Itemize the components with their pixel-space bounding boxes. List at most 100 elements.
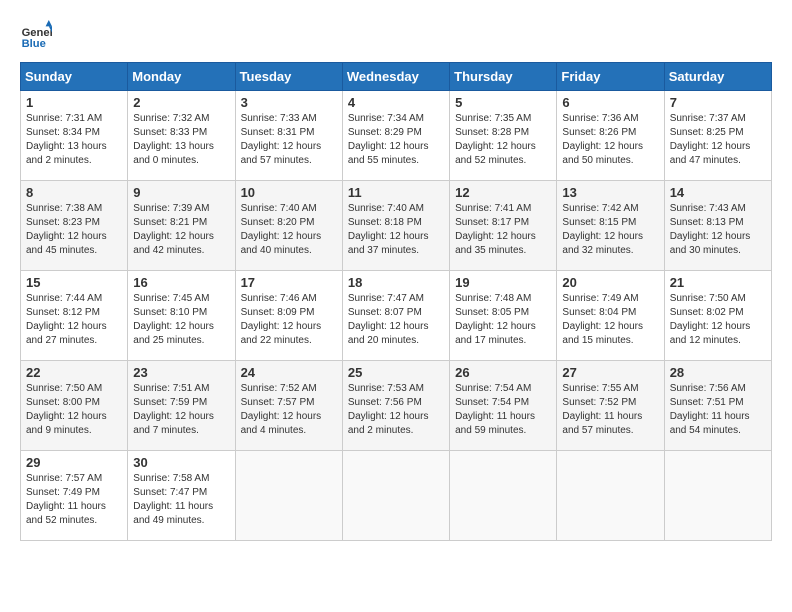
cell-info: Sunrise: 7:45 AM Sunset: 8:10 PM Dayligh… xyxy=(133,292,229,348)
calendar-cell: 23 Sunrise: 7:51 AM Sunset: 7:59 PM Dayl… xyxy=(128,361,235,451)
cell-info: Sunrise: 7:36 AM Sunset: 8:26 PM Dayligh… xyxy=(562,112,658,168)
day-number: 7 xyxy=(670,95,766,110)
calendar-cell: 26 Sunrise: 7:54 AM Sunset: 7:54 PM Dayl… xyxy=(450,361,557,451)
daylight-label: Daylight: 12 hours and 27 minutes. xyxy=(26,321,107,346)
calendar-cell: 12 Sunrise: 7:41 AM Sunset: 8:17 PM Dayl… xyxy=(450,181,557,271)
cell-info: Sunrise: 7:43 AM Sunset: 8:13 PM Dayligh… xyxy=(670,202,766,258)
weekday-header-wednesday: Wednesday xyxy=(342,63,449,91)
calendar-cell: 27 Sunrise: 7:55 AM Sunset: 7:52 PM Dayl… xyxy=(557,361,664,451)
calendar-cell xyxy=(342,451,449,541)
sunrise-label: Sunrise: 7:50 AM xyxy=(26,383,102,394)
sunset-label: Sunset: 8:26 PM xyxy=(562,127,636,138)
daylight-label: Daylight: 12 hours and 25 minutes. xyxy=(133,321,214,346)
calendar-cell: 19 Sunrise: 7:48 AM Sunset: 8:05 PM Dayl… xyxy=(450,271,557,361)
sunset-label: Sunset: 8:33 PM xyxy=(133,127,207,138)
cell-info: Sunrise: 7:40 AM Sunset: 8:20 PM Dayligh… xyxy=(241,202,337,258)
day-number: 17 xyxy=(241,275,337,290)
sunset-label: Sunset: 8:25 PM xyxy=(670,127,744,138)
cell-info: Sunrise: 7:56 AM Sunset: 7:51 PM Dayligh… xyxy=(670,382,766,438)
sunset-label: Sunset: 7:57 PM xyxy=(241,397,315,408)
cell-info: Sunrise: 7:38 AM Sunset: 8:23 PM Dayligh… xyxy=(26,202,122,258)
cell-info: Sunrise: 7:49 AM Sunset: 8:04 PM Dayligh… xyxy=(562,292,658,348)
calendar-cell: 14 Sunrise: 7:43 AM Sunset: 8:13 PM Dayl… xyxy=(664,181,771,271)
daylight-label: Daylight: 12 hours and 45 minutes. xyxy=(26,231,107,256)
cell-info: Sunrise: 7:41 AM Sunset: 8:17 PM Dayligh… xyxy=(455,202,551,258)
sunrise-label: Sunrise: 7:39 AM xyxy=(133,203,209,214)
sunrise-label: Sunrise: 7:55 AM xyxy=(562,383,638,394)
sunrise-label: Sunrise: 7:42 AM xyxy=(562,203,638,214)
sunset-label: Sunset: 8:34 PM xyxy=(26,127,100,138)
daylight-label: Daylight: 12 hours and 47 minutes. xyxy=(670,141,751,166)
sunset-label: Sunset: 8:15 PM xyxy=(562,217,636,228)
day-number: 26 xyxy=(455,365,551,380)
cell-info: Sunrise: 7:47 AM Sunset: 8:07 PM Dayligh… xyxy=(348,292,444,348)
calendar-cell xyxy=(557,451,664,541)
sunset-label: Sunset: 8:02 PM xyxy=(670,307,744,318)
daylight-label: Daylight: 12 hours and 40 minutes. xyxy=(241,231,322,256)
daylight-label: Daylight: 12 hours and 4 minutes. xyxy=(241,411,322,436)
calendar-cell: 25 Sunrise: 7:53 AM Sunset: 7:56 PM Dayl… xyxy=(342,361,449,451)
sunrise-label: Sunrise: 7:52 AM xyxy=(241,383,317,394)
day-number: 13 xyxy=(562,185,658,200)
sunset-label: Sunset: 8:04 PM xyxy=(562,307,636,318)
day-number: 15 xyxy=(26,275,122,290)
calendar-cell: 4 Sunrise: 7:34 AM Sunset: 8:29 PM Dayli… xyxy=(342,91,449,181)
sunrise-label: Sunrise: 7:56 AM xyxy=(670,383,746,394)
day-number: 29 xyxy=(26,455,122,470)
cell-info: Sunrise: 7:54 AM Sunset: 7:54 PM Dayligh… xyxy=(455,382,551,438)
day-number: 12 xyxy=(455,185,551,200)
sunset-label: Sunset: 7:59 PM xyxy=(133,397,207,408)
sunset-label: Sunset: 8:10 PM xyxy=(133,307,207,318)
sunset-label: Sunset: 7:49 PM xyxy=(26,487,100,498)
sunrise-label: Sunrise: 7:32 AM xyxy=(133,113,209,124)
day-number: 6 xyxy=(562,95,658,110)
sunset-label: Sunset: 7:52 PM xyxy=(562,397,636,408)
weekday-header-row: SundayMondayTuesdayWednesdayThursdayFrid… xyxy=(21,63,772,91)
calendar-cell: 10 Sunrise: 7:40 AM Sunset: 8:20 PM Dayl… xyxy=(235,181,342,271)
cell-info: Sunrise: 7:50 AM Sunset: 8:00 PM Dayligh… xyxy=(26,382,122,438)
cell-info: Sunrise: 7:42 AM Sunset: 8:15 PM Dayligh… xyxy=(562,202,658,258)
sunset-label: Sunset: 8:17 PM xyxy=(455,217,529,228)
sunset-label: Sunset: 7:51 PM xyxy=(670,397,744,408)
cell-info: Sunrise: 7:52 AM Sunset: 7:57 PM Dayligh… xyxy=(241,382,337,438)
sunrise-label: Sunrise: 7:50 AM xyxy=(670,293,746,304)
daylight-label: Daylight: 12 hours and 32 minutes. xyxy=(562,231,643,256)
sunrise-label: Sunrise: 7:34 AM xyxy=(348,113,424,124)
sunrise-label: Sunrise: 7:38 AM xyxy=(26,203,102,214)
calendar-cell: 28 Sunrise: 7:56 AM Sunset: 7:51 PM Dayl… xyxy=(664,361,771,451)
calendar-cell xyxy=(235,451,342,541)
day-number: 23 xyxy=(133,365,229,380)
cell-info: Sunrise: 7:35 AM Sunset: 8:28 PM Dayligh… xyxy=(455,112,551,168)
calendar-cell: 5 Sunrise: 7:35 AM Sunset: 8:28 PM Dayli… xyxy=(450,91,557,181)
daylight-label: Daylight: 12 hours and 55 minutes. xyxy=(348,141,429,166)
weekday-header-tuesday: Tuesday xyxy=(235,63,342,91)
sunrise-label: Sunrise: 7:33 AM xyxy=(241,113,317,124)
sunrise-label: Sunrise: 7:48 AM xyxy=(455,293,531,304)
sunset-label: Sunset: 8:29 PM xyxy=(348,127,422,138)
daylight-label: Daylight: 11 hours and 59 minutes. xyxy=(455,411,535,436)
daylight-label: Daylight: 12 hours and 20 minutes. xyxy=(348,321,429,346)
sunrise-label: Sunrise: 7:40 AM xyxy=(348,203,424,214)
sunset-label: Sunset: 7:54 PM xyxy=(455,397,529,408)
day-number: 19 xyxy=(455,275,551,290)
calendar-cell: 6 Sunrise: 7:36 AM Sunset: 8:26 PM Dayli… xyxy=(557,91,664,181)
calendar-table: SundayMondayTuesdayWednesdayThursdayFrid… xyxy=(20,62,772,541)
daylight-label: Daylight: 11 hours and 49 minutes. xyxy=(133,501,213,526)
sunrise-label: Sunrise: 7:36 AM xyxy=(562,113,638,124)
logo: General Blue xyxy=(20,20,58,52)
day-number: 18 xyxy=(348,275,444,290)
sunrise-label: Sunrise: 7:41 AM xyxy=(455,203,531,214)
calendar-cell xyxy=(450,451,557,541)
calendar-week-row: 29 Sunrise: 7:57 AM Sunset: 7:49 PM Dayl… xyxy=(21,451,772,541)
sunrise-label: Sunrise: 7:35 AM xyxy=(455,113,531,124)
calendar-cell: 30 Sunrise: 7:58 AM Sunset: 7:47 PM Dayl… xyxy=(128,451,235,541)
calendar-week-row: 8 Sunrise: 7:38 AM Sunset: 8:23 PM Dayli… xyxy=(21,181,772,271)
cell-info: Sunrise: 7:50 AM Sunset: 8:02 PM Dayligh… xyxy=(670,292,766,348)
day-number: 9 xyxy=(133,185,229,200)
calendar-cell: 8 Sunrise: 7:38 AM Sunset: 8:23 PM Dayli… xyxy=(21,181,128,271)
calendar-cell xyxy=(664,451,771,541)
svg-text:Blue: Blue xyxy=(22,38,46,50)
logo-icon: General Blue xyxy=(20,20,52,52)
calendar-week-row: 1 Sunrise: 7:31 AM Sunset: 8:34 PM Dayli… xyxy=(21,91,772,181)
calendar-cell: 9 Sunrise: 7:39 AM Sunset: 8:21 PM Dayli… xyxy=(128,181,235,271)
